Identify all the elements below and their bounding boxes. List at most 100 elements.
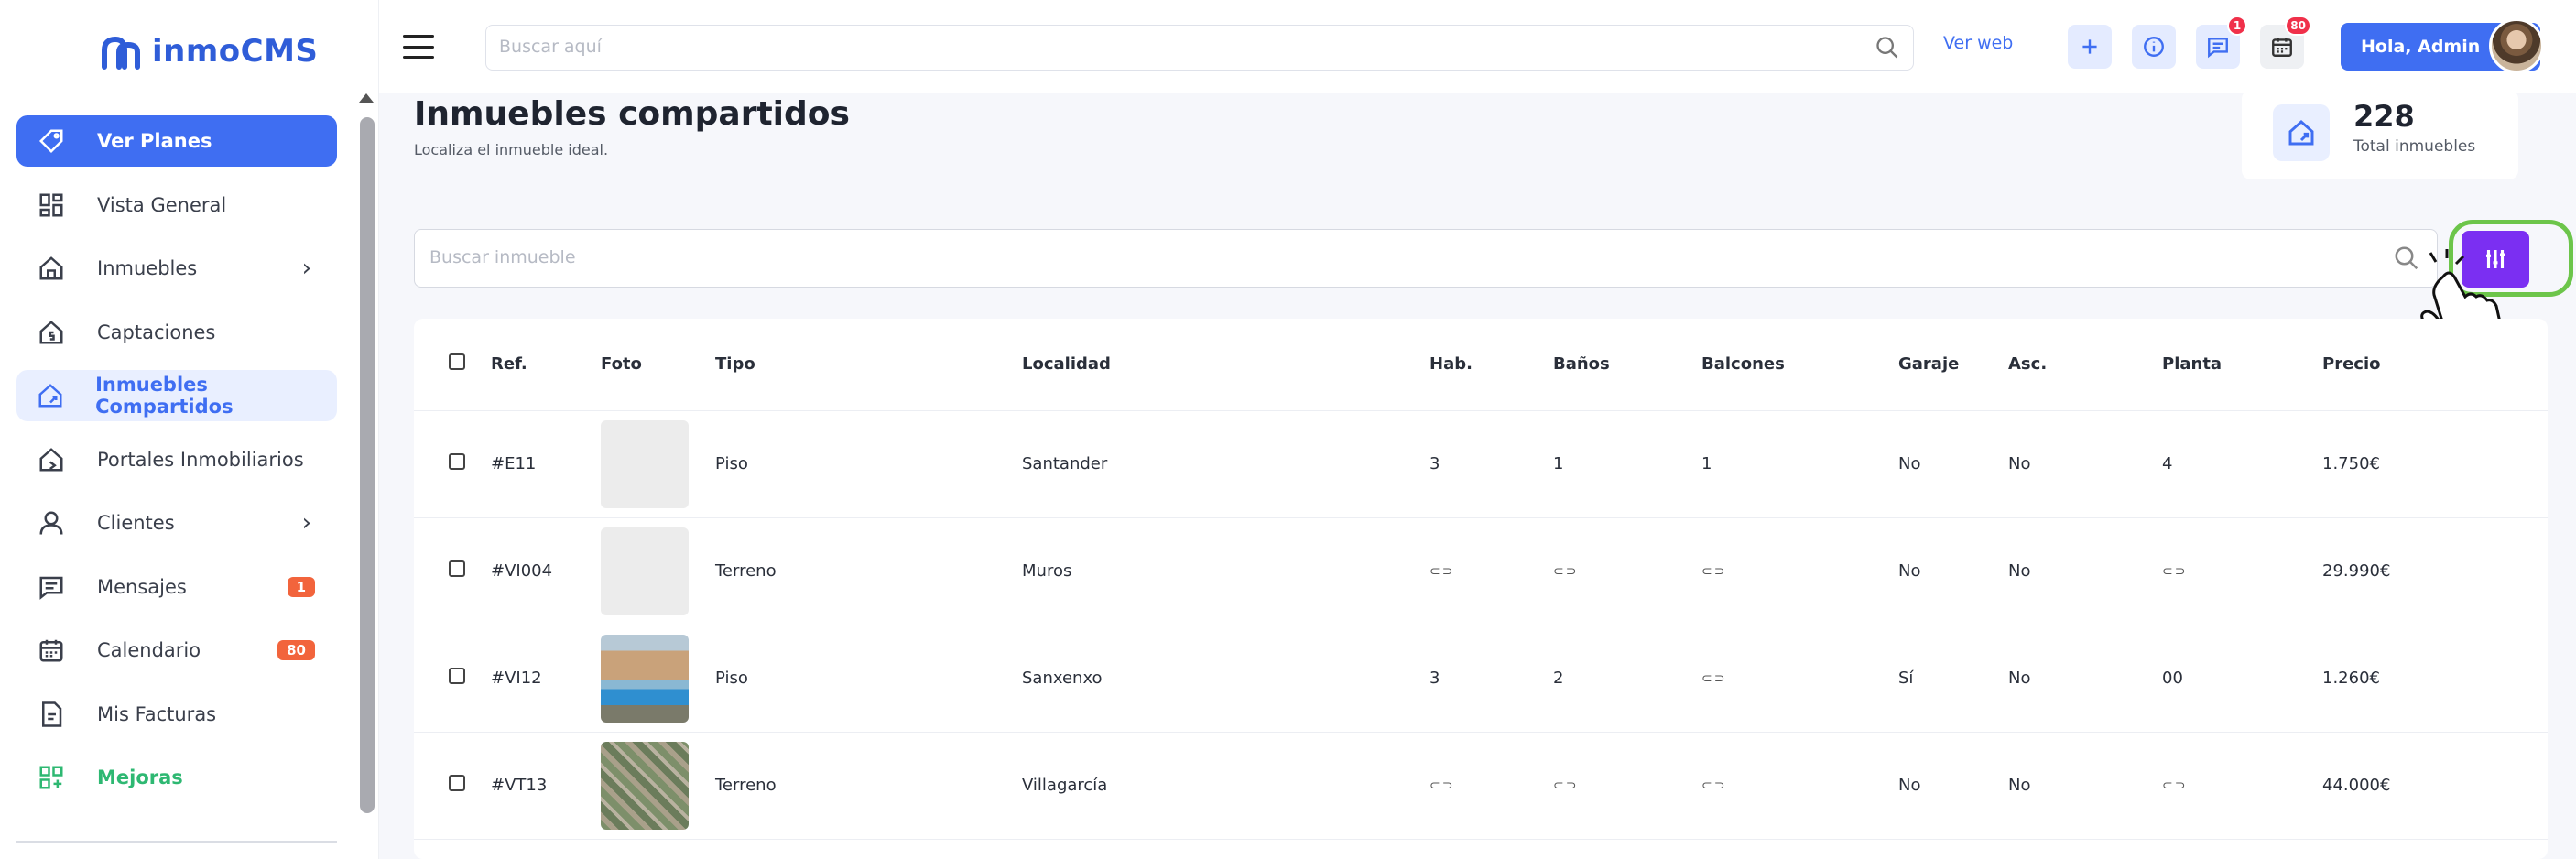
column-header-foto: Foto <box>601 319 715 411</box>
table-row[interactable]: #VI12 Piso Sanxenxo 3 2 ⊂⊃ Sí No 00 1.26… <box>414 625 2548 733</box>
sidebar-item-vista-general[interactable]: Vista General <box>16 179 337 231</box>
column-header-asc[interactable]: Asc. <box>2008 319 2162 411</box>
property-photo-aerial[interactable] <box>601 741 689 830</box>
tag-icon <box>37 126 66 156</box>
add-button[interactable] <box>2068 25 2112 69</box>
sidebar-item-label: Portales Inmobiliarios <box>97 448 304 471</box>
calendar-icon <box>37 636 66 665</box>
column-header-localidad[interactable]: Localidad <box>1022 319 1429 411</box>
table-row[interactable]: #VT13 Terreno Villagarcía ⊂⊃ ⊂⊃ ⊂⊃ No No… <box>414 732 2548 840</box>
scroll-up-arrow[interactable] <box>359 93 374 103</box>
column-header-precio[interactable]: Precio <box>2322 319 2548 411</box>
row-checkbox[interactable] <box>449 453 465 470</box>
brand-name: inmoCMS <box>152 33 319 70</box>
cell-tipo: Terreno <box>715 517 1022 625</box>
table-row[interactable]: #E11 Piso Santander 3 1 1 No No 4 1.750€ <box>414 410 2548 518</box>
sidebar-item-label: Mis Facturas <box>97 702 217 725</box>
cell-localidad: Muros <box>1022 517 1429 625</box>
cell-ref: #VI004 <box>491 517 601 625</box>
search-icon[interactable] <box>1875 35 1900 60</box>
info-button[interactable] <box>2132 25 2176 69</box>
calendar-count-badge: 80 <box>277 640 315 660</box>
calendar-button[interactable]: 80 <box>2260 16 2311 69</box>
user-icon <box>37 508 66 538</box>
plus-icon <box>2082 39 2097 54</box>
message-icon <box>2208 38 2228 59</box>
hamburger-line <box>403 56 434 59</box>
global-search-input[interactable] <box>499 26 1854 68</box>
home-share-icon <box>2273 104 2330 161</box>
row-checkbox[interactable] <box>449 560 465 577</box>
calendar-icon <box>2272 38 2292 57</box>
column-header-planta[interactable]: Planta <box>2162 319 2322 411</box>
cell-tipo: Piso <box>715 625 1022 733</box>
sidebar-item-label: Vista General <box>97 193 227 216</box>
cell-planta: ⊂⊃ <box>2162 732 2322 840</box>
page-subtitle: Localiza el inmueble ideal. <box>414 141 609 158</box>
ver-web-link[interactable]: Ver web <box>1943 33 2013 53</box>
cell-balcones: ⊂⊃ <box>1701 517 1898 625</box>
property-photo-placeholder[interactable] <box>601 527 689 615</box>
cell-garaje: No <box>1898 732 2008 840</box>
cell-ref: #VT13 <box>491 732 601 840</box>
divider <box>16 841 337 843</box>
select-all-checkbox[interactable] <box>449 353 465 371</box>
cell-banos: 1 <box>1553 410 1701 518</box>
row-checkbox[interactable] <box>449 668 465 684</box>
row-checkbox[interactable] <box>449 775 465 791</box>
cell-balcones: 1 <box>1701 410 1898 518</box>
cell-precio: 1.260€ <box>2322 625 2548 733</box>
inmueble-search-input[interactable] <box>429 230 2371 285</box>
sidebar-item-portales-inmobiliarios[interactable]: Portales Inmobiliarios <box>16 434 337 485</box>
sidebar-scrollbar[interactable] <box>360 117 375 813</box>
column-header-hab[interactable]: Hab. <box>1429 319 1553 411</box>
logo-icon <box>102 36 140 70</box>
sidebar-item-label: Mejoras <box>97 767 183 788</box>
cell-asc: No <box>2008 517 2162 625</box>
cell-asc: No <box>2008 410 2162 518</box>
sidebar-item-inmuebles-compartidos[interactable]: Inmuebles Compartidos <box>16 370 337 421</box>
cell-ref: #E11 <box>491 410 601 518</box>
sidebar-item-label: Inmuebles <box>97 257 198 279</box>
cell-banos: ⊂⊃ <box>1553 517 1701 625</box>
column-header-ref[interactable]: Ref. <box>491 319 601 411</box>
sidebar-item-calendario[interactable]: Calendario 80 <box>16 625 337 676</box>
messages-button[interactable]: 1 <box>2196 16 2247 69</box>
cell-tipo: Terreno <box>715 732 1022 840</box>
table-row[interactable]: #VI004 Terreno Muros ⊂⊃ ⊂⊃ ⊂⊃ No No ⊂⊃ 2… <box>414 517 2548 625</box>
sidebar: inmoCMS Ver Planes Vista General Inmuebl… <box>0 0 379 859</box>
sidebar-item-inmuebles[interactable]: Inmuebles › <box>16 243 337 294</box>
message-count-badge: 1 <box>287 576 315 597</box>
total-inmuebles-card: 228 Total inmuebles <box>2242 90 2518 179</box>
sidebar-item-mis-facturas[interactable]: Mis Facturas <box>16 689 337 740</box>
avatar[interactable] <box>2489 18 2544 73</box>
cell-hab: 3 <box>1429 625 1553 733</box>
property-photo-placeholder[interactable] <box>601 419 689 508</box>
calendar-badge: 80 <box>2285 16 2311 36</box>
column-header-banos[interactable]: Baños <box>1553 319 1701 411</box>
chevron-right-icon: › <box>301 255 311 282</box>
sidebar-item-mejoras[interactable]: Mejoras <box>16 752 337 803</box>
column-header-balcones[interactable]: Balcones <box>1701 319 1898 411</box>
sidebar-item-clientes[interactable]: Clientes › <box>16 497 337 549</box>
property-photo-pool[interactable] <box>601 634 689 723</box>
page-title: Inmuebles compartidos <box>414 95 850 133</box>
sidebar-item-label: Ver Planes <box>97 130 212 152</box>
sidebar-item-mensajes[interactable]: Mensajes 1 <box>16 561 337 613</box>
cell-hab: 3 <box>1429 410 1553 518</box>
menu-toggle-button[interactable] <box>403 35 434 59</box>
dashboard-icon <box>37 190 66 220</box>
greeting-label: Hola, Admin <box>2361 37 2481 57</box>
column-header-garaje[interactable]: Garaje <box>1898 319 2008 411</box>
hamburger-line <box>403 45 434 49</box>
cell-balcones: ⊂⊃ <box>1701 625 1898 733</box>
global-search <box>485 25 1914 71</box>
sidebar-nav: Ver Planes Vista General Inmuebles › Cap… <box>16 115 337 816</box>
sidebar-item-captaciones[interactable]: Captaciones <box>16 307 337 358</box>
cell-planta: ⊂⊃ <box>2162 517 2322 625</box>
invoice-icon <box>37 700 66 729</box>
brand-logo[interactable]: inmoCMS <box>101 27 318 75</box>
sidebar-item-ver-planes[interactable]: Ver Planes <box>16 115 337 167</box>
column-header-tipo[interactable]: Tipo <box>715 319 1022 411</box>
messages-badge: 1 <box>2227 16 2247 36</box>
